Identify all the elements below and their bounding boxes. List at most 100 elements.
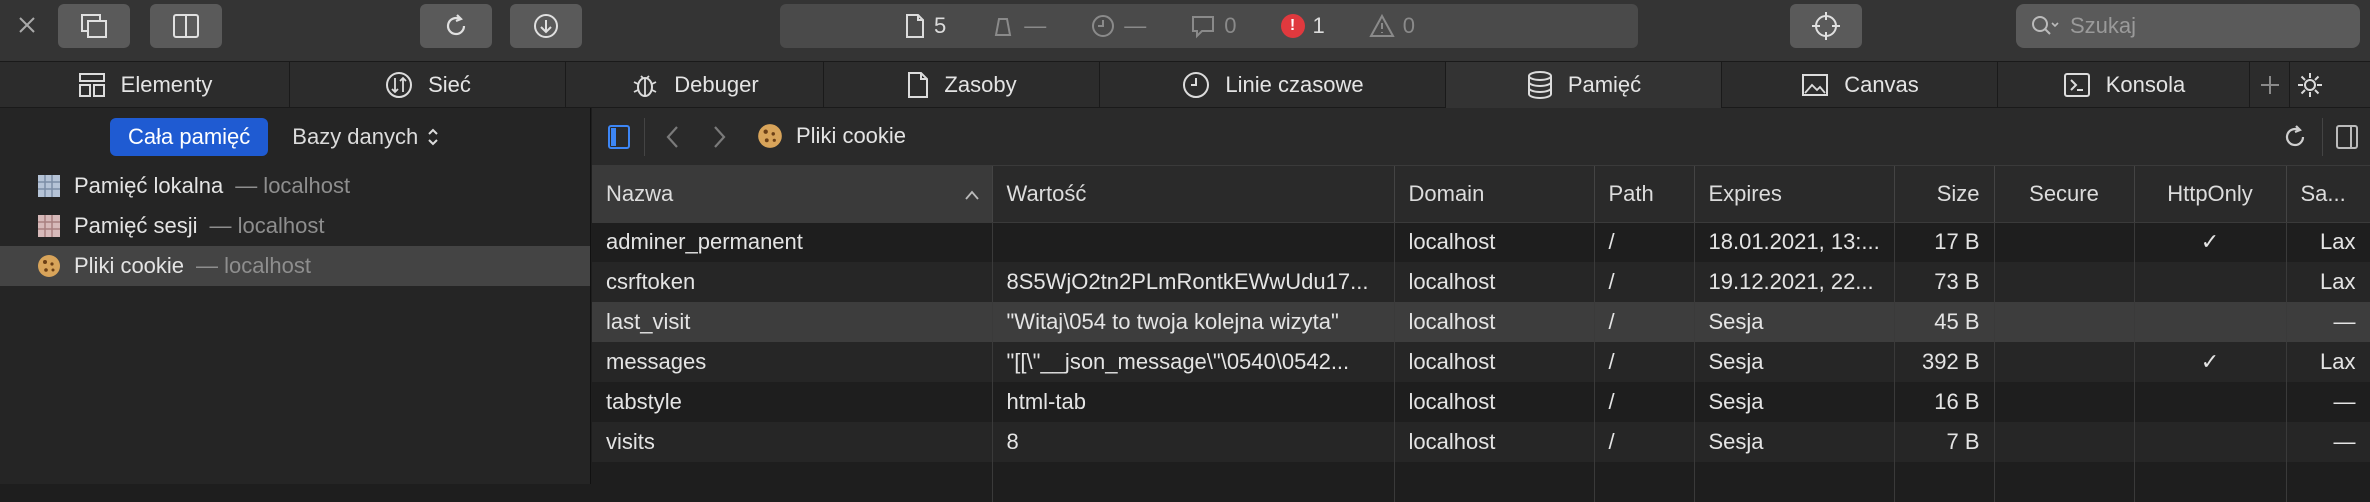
reload-icon <box>446 14 466 36</box>
column-header-samesite[interactable]: Sa... <box>2286 166 2370 223</box>
search-box[interactable] <box>2016 4 2360 48</box>
column-header-httponly[interactable]: HttpOnly <box>2134 166 2287 223</box>
download-button[interactable] <box>510 4 582 48</box>
detach-window-button[interactable] <box>58 4 130 48</box>
inspect-element-button[interactable] <box>1790 4 1862 48</box>
column-header-path[interactable]: Path <box>1594 166 1695 223</box>
time-elapsed[interactable]: — <box>1090 13 1146 39</box>
add-tab-button[interactable] <box>2250 62 2290 108</box>
table-row[interactable]: adminer_permanent localhost / 18.01.2021… <box>592 222 2370 262</box>
cell-name: tabstyle <box>592 382 993 422</box>
close-icon[interactable] <box>12 10 42 40</box>
back-icon[interactable] <box>664 124 682 156</box>
table-row-empty <box>592 462 2370 502</box>
cell-expires: Sesja <box>1694 382 1895 422</box>
message-icon <box>1192 16 1215 39</box>
cell-size: 7 B <box>1894 422 1995 462</box>
tab-console[interactable]: Konsola <box>1998 62 2250 108</box>
divider <box>644 118 645 156</box>
column-header-domain[interactable]: Domain <box>1394 166 1595 223</box>
forward-icon[interactable] <box>710 124 728 156</box>
column-header-secure[interactable]: Secure <box>1994 166 2135 223</box>
sidebar-item-session-storage[interactable]: Pamięć sesji — localhost <box>0 206 590 246</box>
column-header-expires[interactable]: Expires <box>1694 166 1895 223</box>
column-header-size[interactable]: Size <box>1894 166 1995 223</box>
details-sidebar-toggle-icon[interactable] <box>2334 123 2360 157</box>
resources-count[interactable]: 5 <box>904 13 946 39</box>
image-icon <box>1802 74 1829 96</box>
table-row[interactable]: visits 8 localhost / Sesja 7 B — <box>592 422 2370 462</box>
cookie-icon <box>38 255 60 277</box>
error-icon: ! <box>1280 14 1305 38</box>
column-header-name[interactable]: Nazwa <box>592 166 993 223</box>
gear-icon <box>2298 73 2322 97</box>
cell-secure <box>1994 302 2135 342</box>
table-row[interactable]: last_visit "Witaj\054 to twoja kolejna w… <box>592 302 2370 342</box>
cell-expires: Sesja <box>1694 342 1895 382</box>
tab-canvas[interactable]: Canvas <box>1722 62 1998 108</box>
cell-httponly <box>2134 382 2287 422</box>
cell-secure <box>1994 422 2135 462</box>
filter-databases-dropdown[interactable]: Bazy danych <box>292 124 440 150</box>
cell-size: 16 B <box>1894 382 1995 422</box>
storage-sidebar: Cała pamięć Bazy danych Pamięć lokalna —… <box>0 108 591 484</box>
debugger-icon <box>633 75 657 97</box>
cell-httponly <box>2134 302 2287 342</box>
cell-size: 45 B <box>1894 302 1995 342</box>
status-bar: 5 — — 0 ! 1 0 <box>780 4 1638 48</box>
sidebar-item-local-storage[interactable]: Pamięć lokalna — localhost <box>0 166 590 206</box>
table-row[interactable]: messages "[[\"__json_message\"\0540\0542… <box>592 342 2370 382</box>
top-toolbar: 5 — — 0 ! 1 0 <box>0 0 2370 62</box>
cell-domain: localhost <box>1394 342 1595 382</box>
cell-expires: Sesja <box>1694 422 1895 462</box>
errors-count[interactable]: ! 1 <box>1280 13 1325 39</box>
cookie-icon <box>758 124 782 148</box>
load-time[interactable]: — <box>990 13 1046 39</box>
document-icon <box>906 14 924 38</box>
logs-count[interactable]: 0 <box>1190 13 1237 39</box>
cell-secure <box>1994 382 2135 422</box>
tab-storage[interactable]: Pamięć <box>1446 62 1722 108</box>
tab-timelines[interactable]: Linie czasowe <box>1100 62 1446 108</box>
cell-domain: localhost <box>1394 422 1595 462</box>
tab-network[interactable]: Sieć <box>290 62 566 108</box>
table-row[interactable]: tabstyle html-tab localhost / Sesja 16 B… <box>592 382 2370 422</box>
warning-icon <box>1369 13 1395 37</box>
reload-button[interactable] <box>420 4 492 48</box>
cell-value <box>992 222 1395 262</box>
cell-samesite: — <box>2286 422 2370 462</box>
cell-value: 8 <box>992 422 1395 462</box>
clock-icon <box>1092 15 1115 37</box>
search-icon <box>2032 16 2059 35</box>
dock-side-button[interactable] <box>150 4 222 48</box>
settings-button[interactable] <box>2290 62 2330 108</box>
database-icon <box>1527 71 1552 99</box>
refresh-icon[interactable] <box>2280 122 2310 158</box>
tab-elements[interactable]: Elementy <box>0 62 290 108</box>
table-row[interactable]: csrftoken 8S5WjO2tn2PLmRontkEWwUdu17... … <box>592 262 2370 302</box>
filter-all-storage[interactable]: Cała pamięć <box>110 118 269 156</box>
cell-secure <box>1994 342 2135 382</box>
warnings-count[interactable]: 0 <box>1369 13 1415 39</box>
clock-icon <box>1183 72 1210 98</box>
cell-samesite: Lax <box>2286 222 2370 262</box>
cell-domain: localhost <box>1394 222 1595 262</box>
cell-httponly: ✓ <box>2134 342 2287 382</box>
cell-name: adminer_permanent <box>592 222 993 262</box>
search-input[interactable] <box>2070 13 2350 39</box>
cell-path: / <box>1594 302 1695 342</box>
breadcrumb[interactable]: Pliki cookie <box>756 122 906 150</box>
tab-resources[interactable]: Zasoby <box>824 62 1100 108</box>
sidebar-toggle-icon[interactable] <box>606 123 632 157</box>
cell-httponly <box>2134 422 2287 462</box>
cell-path: / <box>1594 222 1695 262</box>
cell-expires: Sesja <box>1694 302 1895 342</box>
tab-debugger[interactable]: Debuger <box>566 62 824 108</box>
cookies-panel: Pliki cookie Nazwa Wartość Domain Path E… <box>592 108 2370 502</box>
cell-path: / <box>1594 342 1695 382</box>
sidebar-item-cookies[interactable]: Pliki cookie — localhost <box>0 246 590 286</box>
column-header-value[interactable]: Wartość <box>992 166 1395 223</box>
cell-samesite: — <box>2286 382 2370 422</box>
document-icon <box>908 72 929 98</box>
cookies-table: Nazwa Wartość Domain Path Expires Size S… <box>592 166 2370 502</box>
